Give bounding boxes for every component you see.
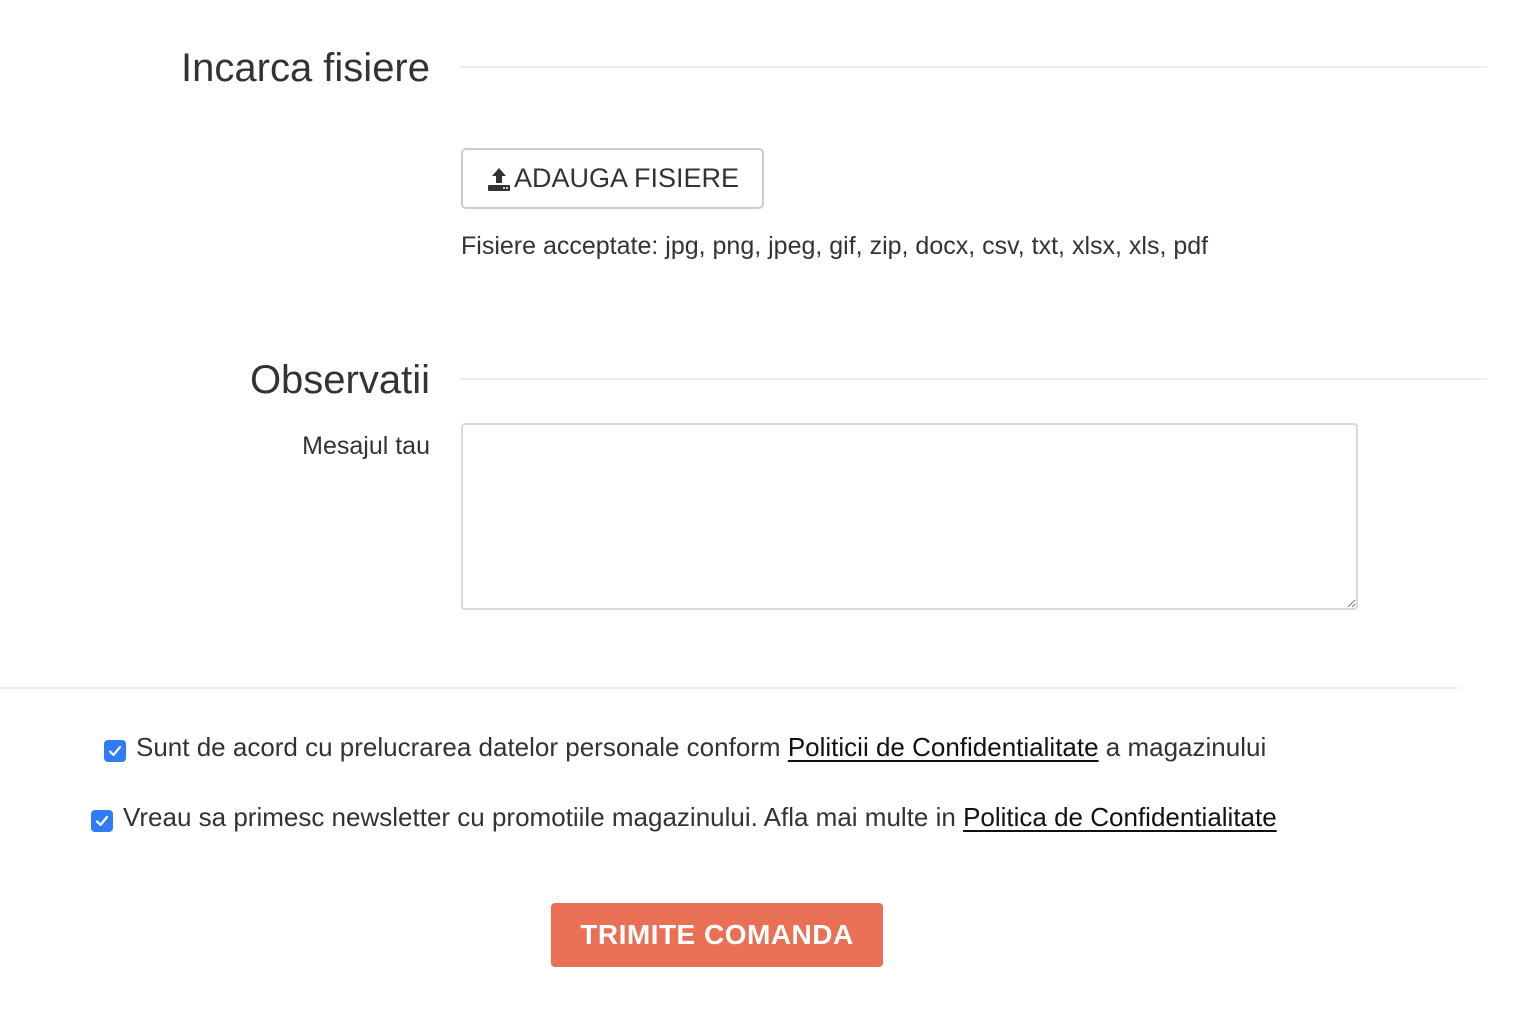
- check-icon: [95, 815, 109, 826]
- submit-order-button[interactable]: TRIMITE COMANDA: [551, 903, 883, 967]
- newsletter-consent-checkbox[interactable]: [91, 809, 113, 832]
- check-icon: [108, 745, 122, 756]
- upload-section-title: Incarca fisiere: [181, 46, 430, 90]
- privacy-consent-text-end: a magazinului: [1098, 732, 1267, 762]
- form-divider: [0, 687, 1458, 689]
- order-form-page: Incarca fisiere ADAUGA FISIERE Fisiere a…: [0, 0, 1540, 1028]
- add-files-button[interactable]: ADAUGA FISIERE: [461, 148, 764, 209]
- privacy-consent-checkbox[interactable]: [104, 739, 126, 762]
- notes-section-title: Observatii: [249, 358, 430, 402]
- notes-section-divider: [460, 378, 1487, 380]
- privacy-consent-text: Sunt de acord cu prelucrarea datelor per…: [136, 732, 788, 762]
- privacy-policy-link[interactable]: Politicii de Confidentialitate: [788, 732, 1099, 763]
- add-files-label: ADAUGA FISIERE: [513, 163, 740, 193]
- upload-section-divider: [460, 66, 1487, 68]
- newsletter-consent-text: Vreau sa primesc newsletter cu promotiil…: [123, 802, 964, 832]
- upload-icon: [486, 166, 512, 192]
- accepted-file-types: Fisiere acceptate: jpg, png, jpeg, gif, …: [461, 232, 1209, 260]
- newsletter-policy-link[interactable]: Politica de Confidentialitate: [963, 802, 1277, 833]
- privacy-consent-row: Sunt de acord cu prelucrarea datelor per…: [104, 732, 1266, 763]
- message-textarea[interactable]: [461, 423, 1358, 610]
- newsletter-consent-row: Vreau sa primesc newsletter cu promotiil…: [91, 802, 1277, 833]
- message-label: Mesajul tau: [302, 432, 430, 460]
